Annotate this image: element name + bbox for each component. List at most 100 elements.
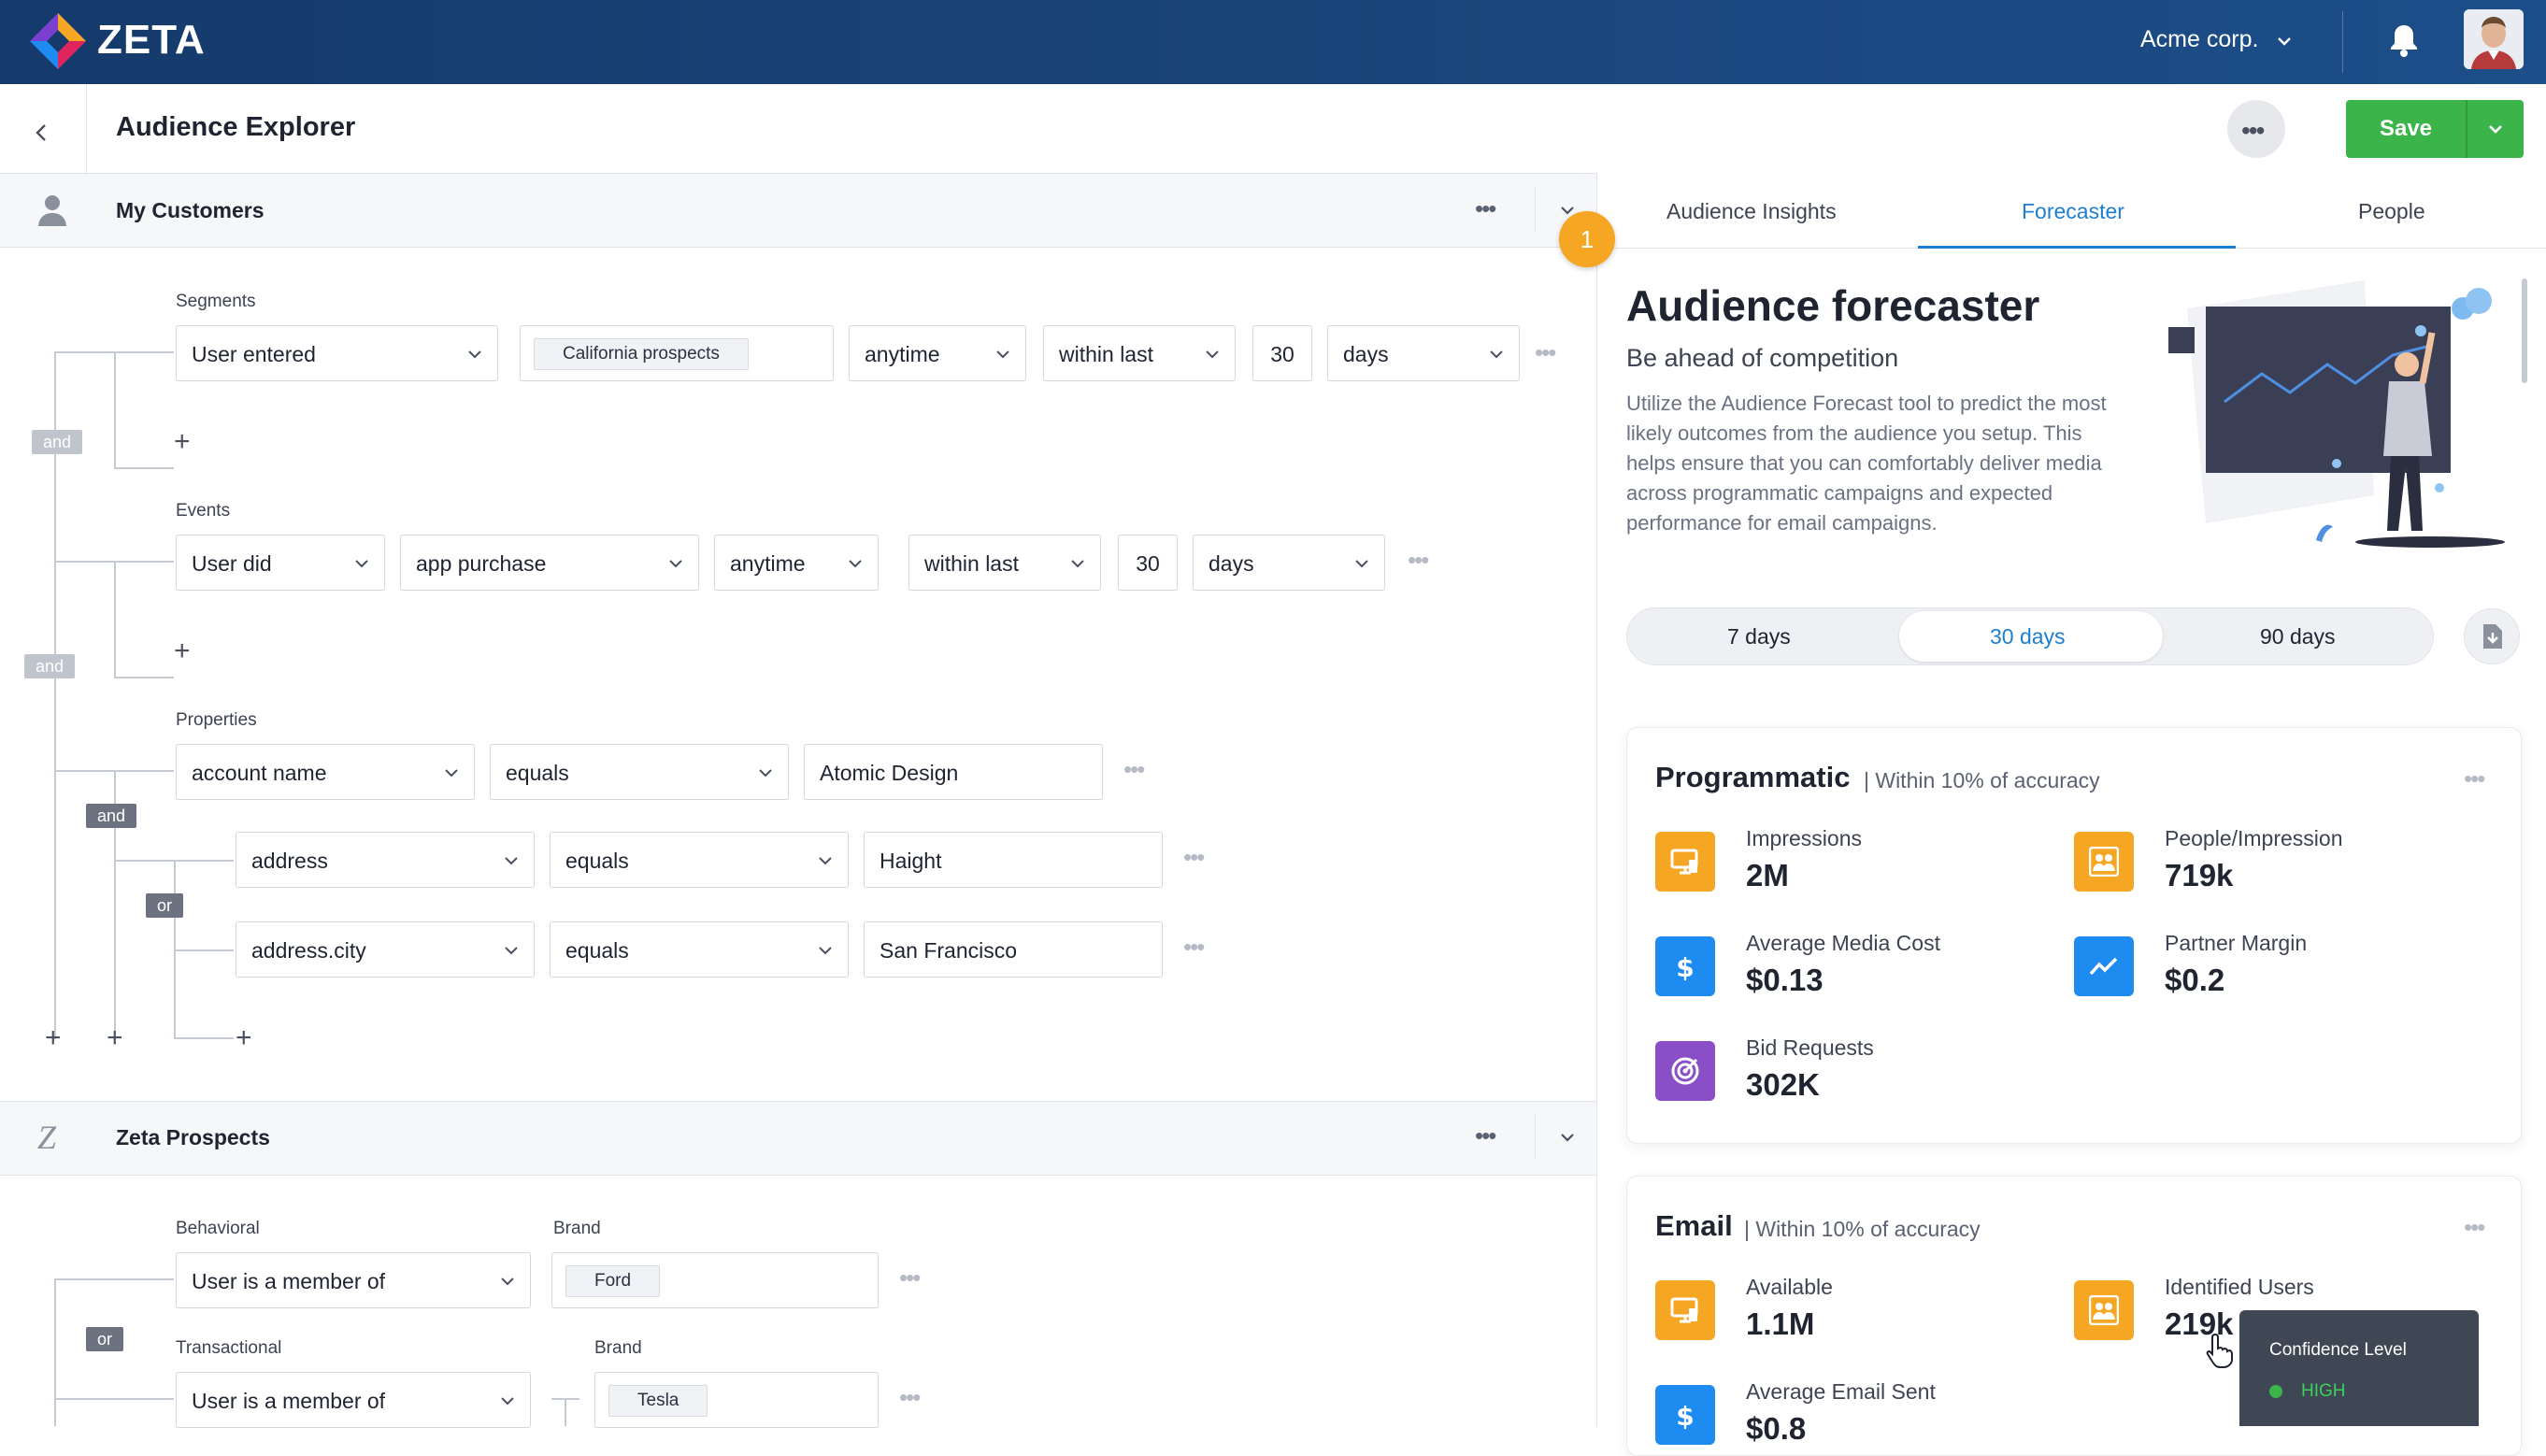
transactional-operator-select[interactable]: User is a member of <box>176 1372 531 1428</box>
tab-audience-insights[interactable]: Audience Insights <box>1666 199 1837 224</box>
event-window-select[interactable]: within last <box>908 535 1101 591</box>
bell-icon[interactable] <box>2388 22 2420 58</box>
segment-window-select[interactable]: within last <box>1043 325 1236 381</box>
card-accuracy: | Within 10% of accuracy <box>1744 1217 1981 1241</box>
dollar-icon: $ <box>1676 1401 1694 1430</box>
partner-margin-icon-tile <box>2074 936 2134 996</box>
event-name-select[interactable]: app purchase <box>400 535 699 591</box>
tree-line <box>174 860 234 862</box>
property-operator-select[interactable]: equals <box>550 832 849 888</box>
card-menu-icon[interactable]: ••• <box>2464 764 2485 793</box>
divider <box>1535 187 1536 232</box>
property-field-select[interactable]: account name <box>176 744 475 800</box>
save-button[interactable]: Save <box>2346 100 2466 158</box>
identified-users-icon-tile <box>2074 1280 2134 1340</box>
select-value: within last <box>1059 342 1153 366</box>
property-value-input[interactable]: San Francisco <box>864 921 1163 978</box>
and-operator-tag[interactable]: and <box>32 430 83 454</box>
chevron-down-icon <box>1355 560 1368 568</box>
bid-requests-icon-tile <box>1655 1041 1715 1101</box>
back-arrow-icon[interactable] <box>28 120 54 146</box>
org-selector[interactable]: Acme corp. <box>2140 26 2258 53</box>
analytics-illustration-icon <box>2168 280 2505 548</box>
card-menu-icon[interactable]: ••• <box>2464 1213 2485 1242</box>
tree-line <box>54 351 56 1039</box>
property-field-select[interactable]: address.city <box>236 921 535 978</box>
people-icon <box>2089 847 2119 877</box>
property-field-select[interactable]: address <box>236 832 535 888</box>
segment-chip[interactable]: California prospects <box>534 338 749 370</box>
metric-value: 719k <box>2165 858 2234 892</box>
event-operator-select[interactable]: User did <box>176 535 385 591</box>
add-condition-button[interactable]: + <box>174 428 191 456</box>
segment-chip-input[interactable]: California prospects <box>520 325 834 381</box>
page-title: Audience Explorer <box>116 112 356 142</box>
select-value: anytime <box>865 342 940 366</box>
range-30-days[interactable]: 30 days <box>1990 624 2066 649</box>
row-menu-icon[interactable]: ••• <box>1123 755 1145 784</box>
select-value: within last <box>924 551 1019 576</box>
segment-operator-select[interactable]: User entered <box>176 325 498 381</box>
row-menu-icon[interactable]: ••• <box>1183 843 1205 872</box>
step-badge[interactable]: 1 <box>1559 211 1615 267</box>
tree-line <box>114 467 174 469</box>
or-operator-tag[interactable]: or <box>86 1327 124 1351</box>
add-group-button[interactable]: + <box>107 1024 123 1052</box>
zeta-logo-icon[interactable] <box>28 11 88 71</box>
section-menu-icon[interactable]: ••• <box>1475 194 1496 223</box>
range-7-days[interactable]: 7 days <box>1727 624 1791 649</box>
forecaster-title: Audience forecaster <box>1626 281 2040 330</box>
property-value-input[interactable]: Atomic Design <box>804 744 1103 800</box>
brand-chip[interactable]: Tesla <box>608 1385 708 1417</box>
row-menu-icon[interactable]: ••• <box>899 1263 921 1292</box>
add-group-button[interactable]: + <box>45 1024 62 1052</box>
divider <box>2342 11 2343 73</box>
tab-people[interactable]: People <box>2358 199 2425 224</box>
tree-line <box>174 1037 234 1039</box>
property-operator-select[interactable]: equals <box>490 744 789 800</box>
chevron-down-icon <box>819 947 832 955</box>
and-operator-tag[interactable]: and <box>24 654 76 678</box>
property-operator-select[interactable]: equals <box>550 921 849 978</box>
property-value-input[interactable]: Haight <box>864 832 1163 888</box>
row-menu-icon[interactable]: ••• <box>1408 546 1429 575</box>
brand-chip-input[interactable]: Tesla <box>594 1372 879 1428</box>
metric-label: Identified Users <box>2165 1275 2314 1299</box>
behavioral-operator-select[interactable]: User is a member of <box>176 1252 531 1308</box>
segment-unit-select[interactable]: days <box>1327 325 1520 381</box>
section-menu-icon[interactable]: ••• <box>1475 1121 1496 1150</box>
tab-forecaster[interactable]: Forecaster <box>2022 199 2124 224</box>
select-value: equals <box>565 938 629 963</box>
monitor-icon <box>1670 849 1698 875</box>
row-menu-icon[interactable]: ••• <box>899 1383 921 1412</box>
range-90-days[interactable]: 90 days <box>2260 624 2336 649</box>
row-menu-icon[interactable]: ••• <box>1183 933 1205 962</box>
event-count-input[interactable]: 30 <box>1118 535 1178 591</box>
more-options-button[interactable]: ••• <box>2227 100 2285 158</box>
add-condition-button[interactable]: + <box>236 1024 252 1052</box>
page-header <box>0 84 2546 174</box>
brand-chip[interactable]: Ford <box>565 1265 661 1297</box>
tree-line <box>114 561 116 678</box>
brand-chip-input[interactable]: Ford <box>551 1252 879 1308</box>
segment-count-input[interactable]: 30 <box>1252 325 1312 381</box>
input-value: San Francisco <box>880 938 1018 963</box>
row-menu-icon[interactable]: ••• <box>1535 338 1556 367</box>
scrollbar[interactable] <box>2522 278 2527 383</box>
metric-value: 2M <box>1746 858 1789 892</box>
segment-time-select[interactable]: anytime <box>849 325 1026 381</box>
and-operator-tag[interactable]: and <box>86 804 137 828</box>
ellipsis-icon: ••• <box>2241 116 2265 145</box>
event-unit-select[interactable]: days <box>1193 535 1385 591</box>
select-value: account name <box>192 761 327 785</box>
chevron-down-icon <box>1490 350 1503 359</box>
or-operator-tag[interactable]: or <box>146 893 184 918</box>
chevron-down-icon[interactable] <box>2273 30 2296 52</box>
add-condition-button[interactable]: + <box>174 637 191 665</box>
save-options-button[interactable] <box>2467 100 2524 158</box>
chevron-down-icon[interactable] <box>1557 1127 1578 1148</box>
download-button[interactable] <box>2464 608 2520 664</box>
event-time-select[interactable]: anytime <box>714 535 879 591</box>
avatar[interactable] <box>2464 9 2524 69</box>
tree-line <box>114 770 174 772</box>
